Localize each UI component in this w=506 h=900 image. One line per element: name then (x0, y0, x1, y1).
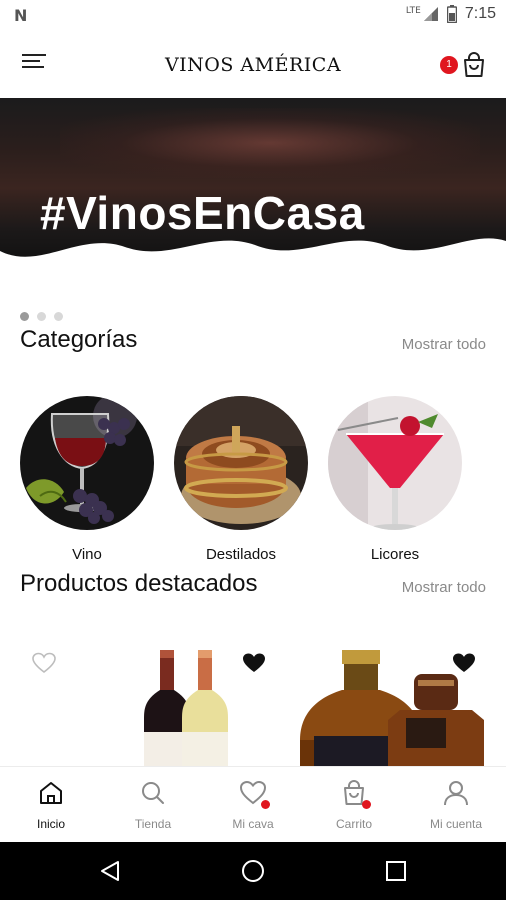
favorite-outline-icon[interactable] (32, 652, 56, 674)
network-type: LTE (405, 6, 421, 16)
heart-icon (239, 779, 270, 809)
system-navigation-bar (0, 842, 506, 900)
product-card[interactable] (296, 640, 496, 768)
app-header: VINOS AMÉRICA 1 (0, 30, 506, 98)
signal-icon (423, 7, 438, 21)
nav-cellar[interactable]: Mi cava (208, 779, 298, 831)
notification-icon: N (14, 6, 28, 25)
nav-label: Inicio (36, 817, 65, 831)
categories-show-all-link[interactable]: Mostrar todo (402, 336, 486, 353)
nav-cart[interactable]: Carrito (309, 779, 399, 831)
battery-icon (446, 5, 457, 23)
cart-count-badge: 1 (440, 56, 458, 74)
nav-label: Mi cuenta (429, 817, 483, 831)
banner-wave (0, 238, 506, 262)
category-wine[interactable]: Vino (20, 396, 154, 563)
notification-dot (261, 800, 270, 809)
carousel-indicator (20, 312, 63, 321)
nav-home[interactable]: Inicio (6, 779, 96, 831)
favorite-filled-icon[interactable] (242, 652, 266, 674)
featured-show-all-link[interactable]: Mostrar todo (402, 579, 486, 596)
cart-icon (340, 779, 371, 809)
category-liqueurs-image (328, 396, 462, 530)
category-label: Destilados (205, 546, 277, 563)
brand-logo: VINOS AMÉRICA (164, 54, 342, 76)
header-cart-button[interactable]: 1 (440, 52, 486, 78)
category-spirits-image (174, 396, 308, 530)
notification-dot (362, 800, 371, 809)
product-card[interactable] (130, 640, 280, 768)
recents-icon[interactable] (385, 859, 407, 883)
category-liqueurs[interactable]: Licores (328, 396, 462, 563)
carousel-dot[interactable] (20, 312, 29, 321)
promo-banner[interactable]: #VinosEnCasa (0, 98, 506, 262)
status-bar: N LTE 7:15 (0, 0, 506, 30)
cart-icon (464, 52, 484, 77)
search-icon (139, 779, 167, 807)
nav-label: Mi cava (232, 817, 274, 831)
home-button-icon[interactable] (241, 859, 265, 883)
back-icon[interactable] (98, 859, 122, 883)
categories-title: Categorías (20, 326, 138, 353)
carousel-dot[interactable] (54, 312, 63, 321)
category-label: Vino (72, 546, 102, 563)
category-label: Licores (370, 546, 420, 563)
category-wine-image (20, 396, 154, 530)
nav-label: Carrito (335, 817, 372, 831)
featured-title: Productos destacados (20, 570, 258, 597)
bottom-navigation: Inicio Tienda Mi cava Carrito Mi cuenta (0, 766, 506, 842)
carousel-dot[interactable] (37, 312, 46, 321)
favorite-filled-icon[interactable] (452, 652, 476, 674)
nav-account[interactable]: Mi cuenta (411, 779, 501, 831)
nav-shop[interactable]: Tienda (108, 779, 198, 831)
nav-label: Tienda (134, 817, 172, 831)
clock: 7:15 (464, 5, 496, 22)
user-icon (442, 779, 470, 807)
home-icon (37, 779, 65, 807)
category-spirits[interactable]: Destilados (174, 396, 308, 563)
